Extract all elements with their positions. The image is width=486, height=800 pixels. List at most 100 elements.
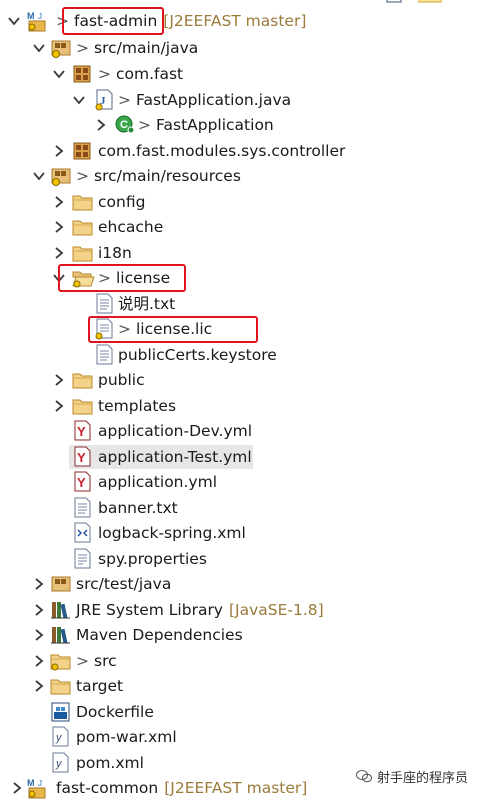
tree-node-spy-properties[interactable]: spy.properties: [0, 547, 486, 571]
node-label: Maven Dependencies: [76, 626, 243, 644]
chevron-down-icon[interactable]: [52, 67, 66, 81]
svg-text:J: J: [38, 12, 42, 21]
change-marker: >: [138, 116, 151, 134]
change-marker: >: [76, 652, 89, 670]
node-label: ehcache: [98, 218, 164, 236]
tree-node-com-fast-modules-sys-controller[interactable]: com.fast.modules.sys.controller: [0, 139, 486, 163]
wechat-icon: [355, 770, 372, 783]
tree-node-pom-war-xml[interactable]: y pom-war.xml: [0, 725, 486, 749]
tree-node-application-yml[interactable]: Y application.yml: [0, 470, 486, 494]
chevron-right-icon[interactable]: [32, 654, 46, 668]
tree-node-application-dev-yml[interactable]: Y application-Dev.yml: [0, 419, 486, 443]
chevron-down-icon[interactable]: [72, 93, 86, 107]
node-label: src/test/java: [76, 575, 172, 593]
tree-node-fast-admin[interactable]: MJ > fast-admin [J2EEFAST master]: [0, 9, 486, 33]
text-file-icon: [94, 344, 116, 366]
node-label: publicCerts.keystore: [118, 346, 277, 364]
chevron-right-icon[interactable]: [94, 118, 108, 132]
link-with-editor-icon[interactable]: [417, 0, 443, 6]
chevron-right-icon[interactable]: [52, 399, 66, 413]
chevron-right-icon[interactable]: [52, 144, 66, 158]
chevron-right-icon[interactable]: [32, 679, 46, 693]
folder-icon: [72, 242, 94, 264]
jre-version-decoration: [JavaSE-1.8]: [229, 601, 324, 619]
change-marker: >: [56, 12, 69, 30]
tree-node-i18n[interactable]: i18n: [0, 241, 486, 265]
tree-node-fastapplication-class[interactable]: C > FastApplication: [0, 113, 486, 137]
library-icon: [50, 624, 72, 646]
node-label: src/main/java: [94, 39, 199, 57]
folder-icon: [50, 650, 72, 672]
node-label: 说明.txt: [118, 295, 176, 313]
library-icon: [50, 599, 72, 621]
chevron-down-icon[interactable]: [32, 169, 46, 183]
tree-node-ehcache[interactable]: ehcache: [0, 215, 486, 239]
tree-node-readme-txt[interactable]: 说明.txt: [0, 292, 486, 316]
tree-node-application-test-yml[interactable]: Y application-Test.yml: [0, 445, 486, 469]
node-label: banner.txt: [98, 499, 178, 517]
node-label: logback-spring.xml: [98, 524, 246, 542]
tree-node-com-fast[interactable]: > com.fast: [0, 62, 486, 86]
folder-icon: [72, 191, 94, 213]
folder-icon: [50, 675, 72, 697]
chevron-right-icon[interactable]: [52, 195, 66, 209]
text-file-icon: [72, 497, 94, 519]
tree-node-src-main-resources[interactable]: > src/main/resources: [0, 164, 486, 188]
node-label: application-Test.yml: [98, 448, 252, 466]
tree-node-config[interactable]: config: [0, 190, 486, 214]
folder-open-icon: [72, 267, 95, 289]
chevron-right-icon[interactable]: [10, 781, 24, 795]
change-marker: >: [76, 39, 89, 57]
text-file-icon: [94, 293, 116, 315]
chevron-right-icon[interactable]: [32, 577, 46, 591]
yaml-file-icon: Y: [72, 420, 94, 442]
source-folder-icon: [50, 37, 72, 59]
change-marker: >: [76, 167, 89, 185]
node-label: pom-war.xml: [76, 728, 177, 746]
node-label: target: [76, 677, 124, 695]
tree-node-banner-txt[interactable]: banner.txt: [0, 496, 486, 520]
tree-node-src-main-java[interactable]: > src/main/java: [0, 36, 486, 60]
node-label: fast-admin: [74, 12, 158, 30]
docker-file-icon: [50, 701, 72, 723]
chevron-right-icon[interactable]: [32, 603, 46, 617]
tree-node-license-lic[interactable]: > license.lic: [0, 317, 486, 341]
tree-node-public[interactable]: public: [0, 368, 486, 392]
chevron-down-icon[interactable]: [32, 41, 46, 55]
node-label: templates: [98, 397, 177, 415]
tree-node-publiccerts-keystore[interactable]: publicCerts.keystore: [0, 343, 486, 367]
tree-node-fastapplication-java[interactable]: J > FastApplication.java: [0, 88, 486, 112]
package-icon: [72, 140, 94, 162]
tree-node-jre-system-library[interactable]: JRE System Library [JavaSE-1.8]: [0, 598, 486, 622]
folder-icon: [72, 395, 94, 417]
repo-decoration: [J2EEFAST master]: [164, 779, 308, 797]
chevron-down-icon[interactable]: [52, 271, 66, 285]
tree-node-src-test-java[interactable]: src/test/java: [0, 572, 486, 596]
chevron-right-icon[interactable]: [52, 246, 66, 260]
maven-project-icon: MJ: [26, 10, 48, 32]
chevron-right-icon[interactable]: [32, 628, 46, 642]
chevron-down-icon[interactable]: [7, 14, 21, 28]
svg-text:Y: Y: [77, 475, 86, 490]
tree-node-templates[interactable]: templates: [0, 394, 486, 418]
tree-node-dockerfile[interactable]: Dockerfile: [0, 700, 486, 724]
collapse-all-icon[interactable]: [386, 0, 404, 6]
watermark-text: 射手座的程序员: [376, 771, 468, 786]
node-label: Dockerfile: [76, 703, 154, 721]
tree-node-license[interactable]: > license: [0, 266, 486, 290]
view-menu-icon[interactable]: [452, 0, 470, 6]
folder-icon: [72, 216, 94, 238]
svg-text:Y: Y: [77, 424, 86, 439]
chevron-right-icon[interactable]: [52, 220, 66, 234]
chevron-right-icon[interactable]: [52, 373, 66, 387]
watermark: 射手座的程序员: [355, 767, 468, 786]
svg-text:M: M: [27, 778, 35, 788]
node-label: application-Dev.yml: [98, 422, 253, 440]
tree-node-src[interactable]: > src: [0, 649, 486, 673]
node-label: fast-common: [56, 779, 159, 797]
tree-node-logback-spring-xml[interactable]: logback-spring.xml: [0, 521, 486, 545]
folder-icon: [72, 369, 94, 391]
tree-node-target[interactable]: target: [0, 674, 486, 698]
tree-node-maven-dependencies[interactable]: Maven Dependencies: [0, 623, 486, 647]
source-folder-icon: [50, 573, 72, 595]
